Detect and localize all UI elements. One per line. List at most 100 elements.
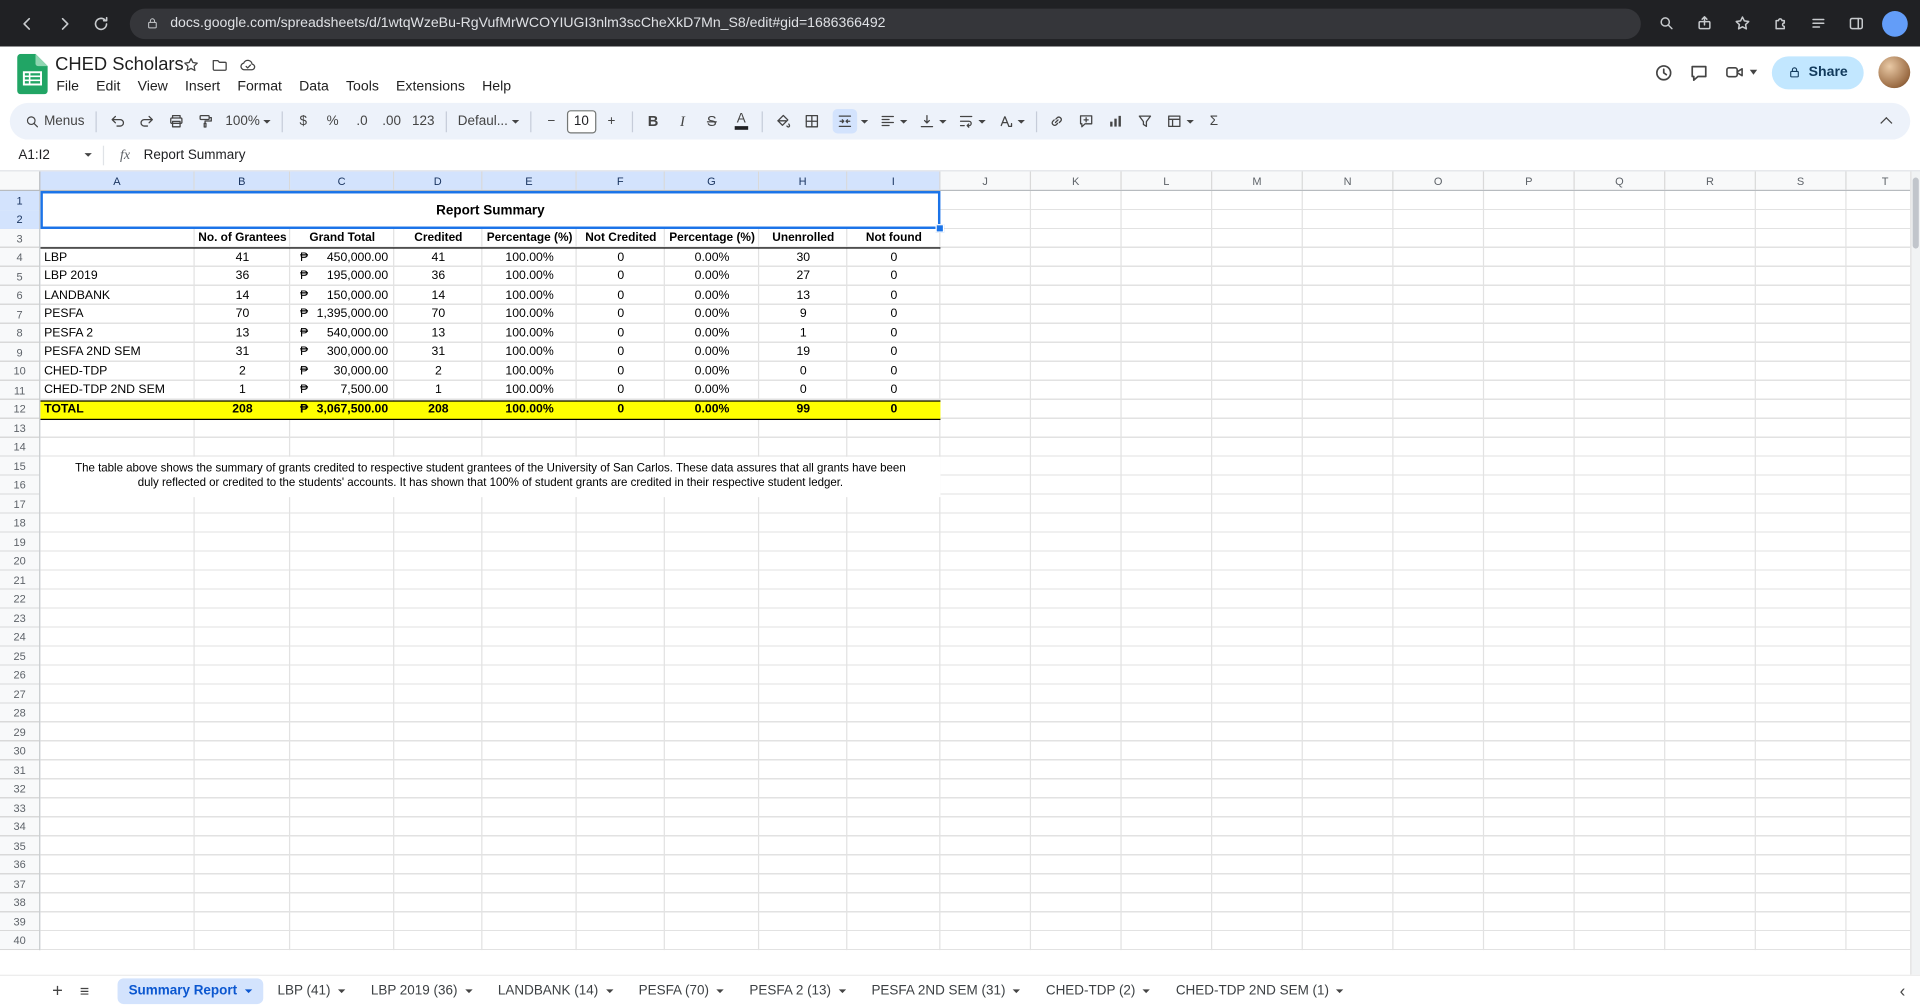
- row-header-5[interactable]: 5: [0, 267, 39, 286]
- row-header-26[interactable]: 26: [0, 666, 39, 685]
- menus-search-button[interactable]: Menus: [20, 107, 90, 136]
- cell-value[interactable]: 0.00%: [665, 324, 759, 343]
- create-filter-button[interactable]: [1131, 107, 1159, 136]
- cell-total-value[interactable]: 0: [847, 400, 940, 419]
- cell-value[interactable]: 100.00%: [482, 381, 576, 400]
- cell-value[interactable]: 9: [759, 305, 847, 324]
- column-header-C[interactable]: C: [290, 171, 395, 190]
- cell-value[interactable]: 0: [847, 248, 940, 267]
- cell-value[interactable]: 0: [847, 381, 940, 400]
- row-header-8[interactable]: 8: [0, 324, 39, 343]
- decrease-font-size-button[interactable]: −: [537, 107, 565, 136]
- document-title[interactable]: CHED Scholars: [55, 54, 184, 75]
- cell-value[interactable]: 36: [394, 267, 482, 286]
- cell-value[interactable]: 14: [394, 286, 482, 305]
- borders-button[interactable]: [798, 107, 826, 136]
- cloud-status-icon[interactable]: [239, 56, 257, 73]
- column-header-B[interactable]: B: [194, 171, 291, 190]
- cell-value[interactable]: 1: [759, 324, 847, 343]
- row-header-18[interactable]: 18: [0, 514, 39, 533]
- cell-value[interactable]: 41: [394, 248, 482, 267]
- redo-button[interactable]: [132, 107, 160, 136]
- format-percent-button[interactable]: %: [319, 107, 347, 136]
- bold-button[interactable]: B: [639, 107, 667, 136]
- column-header-N[interactable]: N: [1303, 171, 1394, 190]
- cell-grand-total[interactable]: ₱ 300,000.00: [290, 343, 394, 362]
- table-header-cell[interactable]: Percentage (%): [665, 229, 759, 248]
- increase-decimal-button[interactable]: .00: [377, 107, 406, 136]
- cell-total-value[interactable]: 99: [759, 400, 847, 419]
- column-header-S[interactable]: S: [1756, 171, 1847, 190]
- insert-link-button[interactable]: [1043, 107, 1071, 136]
- cell-value[interactable]: 31: [394, 343, 482, 362]
- column-header-D[interactable]: D: [394, 171, 483, 190]
- row-header-1[interactable]: 1: [0, 191, 40, 211]
- cell-value[interactable]: 0: [577, 286, 665, 305]
- cell-grand-total[interactable]: ₱ 7,500.00: [290, 381, 394, 400]
- cell-value[interactable]: 0: [847, 324, 940, 343]
- row-header-21[interactable]: 21: [0, 571, 39, 590]
- cell-value[interactable]: 0.00%: [665, 343, 759, 362]
- table-header-cell[interactable]: Unenrolled: [759, 229, 847, 248]
- sheet-tab-pesfa-2-13[interactable]: PESFA 2 (13): [738, 978, 856, 1004]
- hide-toolbar-button[interactable]: [1872, 107, 1900, 136]
- row-header-4[interactable]: 4: [0, 248, 39, 267]
- comment-history-icon[interactable]: [1689, 62, 1710, 83]
- row-header-9[interactable]: 9: [0, 343, 39, 362]
- menu-kebab-icon[interactable]: [1916, 7, 1920, 39]
- text-wrap-button[interactable]: [952, 107, 990, 136]
- forward-icon[interactable]: [47, 6, 81, 40]
- font-family-select[interactable]: Defaul...: [453, 107, 524, 136]
- row-header-14[interactable]: 14: [0, 438, 39, 457]
- fill-handle[interactable]: [935, 224, 945, 233]
- column-header-F[interactable]: F: [576, 171, 665, 190]
- meet-camera-icon[interactable]: [1724, 62, 1758, 82]
- column-header-Q[interactable]: Q: [1575, 171, 1666, 190]
- cell-value[interactable]: 70: [394, 305, 482, 324]
- column-header-R[interactable]: R: [1665, 171, 1756, 190]
- column-header-I[interactable]: I: [847, 171, 941, 190]
- table-header-cell[interactable]: Percentage (%): [482, 229, 576, 248]
- row-header-13[interactable]: 13: [0, 419, 39, 438]
- row-header-25[interactable]: 25: [0, 647, 39, 666]
- column-header-A[interactable]: A: [40, 171, 195, 190]
- table-header-cell[interactable]: Not Credited: [577, 229, 665, 248]
- table-header-cell[interactable]: Not found: [847, 229, 940, 248]
- side-panel-icon[interactable]: [1840, 7, 1872, 39]
- scroll-tabs-icon[interactable]: ‹: [1900, 981, 1906, 1001]
- cell-value[interactable]: 0.00%: [665, 267, 759, 286]
- cell-value[interactable]: 100.00%: [482, 248, 576, 267]
- cell-value[interactable]: 2: [394, 362, 482, 381]
- column-header-O[interactable]: O: [1393, 171, 1485, 190]
- table-header-cell[interactable]: No. of Grantees: [195, 229, 291, 248]
- row-header-31[interactable]: 31: [0, 760, 39, 779]
- version-history-icon[interactable]: [1653, 62, 1674, 83]
- decrease-decimal-button[interactable]: .0: [348, 107, 376, 136]
- increase-font-size-button[interactable]: +: [597, 107, 625, 136]
- row-header-30[interactable]: 30: [0, 741, 39, 760]
- star-icon[interactable]: [182, 56, 199, 73]
- cell-value[interactable]: 0: [759, 381, 847, 400]
- cell-value[interactable]: 0: [847, 362, 940, 381]
- column-header-P[interactable]: P: [1484, 171, 1575, 190]
- cell-value[interactable]: 0: [847, 267, 940, 286]
- search-icon[interactable]: [1651, 7, 1683, 39]
- sheet-tab-ched-tdp-2nd-sem-1[interactable]: CHED-TDP 2ND SEM (1): [1165, 978, 1355, 1004]
- cell-program-name[interactable]: LANDBANK: [40, 286, 194, 305]
- cell-program-name[interactable]: PESFA: [40, 305, 194, 324]
- cell-grantees[interactable]: 41: [195, 248, 291, 267]
- cell-value[interactable]: 0.00%: [665, 381, 759, 400]
- cell-grantees[interactable]: 13: [195, 324, 291, 343]
- menu-edit[interactable]: Edit: [88, 76, 129, 98]
- add-sheet-button[interactable]: +: [44, 977, 71, 1004]
- font-size-input[interactable]: 10: [566, 109, 597, 133]
- cell-value[interactable]: 0.00%: [665, 305, 759, 324]
- row-header-16[interactable]: 16: [0, 476, 39, 495]
- column-header-G[interactable]: G: [664, 171, 760, 190]
- note-cell[interactable]: The table above shows the summary of gra…: [40, 456, 941, 498]
- cell-value[interactable]: 0: [577, 248, 665, 267]
- select-all-corner[interactable]: [0, 171, 41, 192]
- account-avatar[interactable]: [1878, 56, 1911, 89]
- menu-data[interactable]: Data: [291, 76, 338, 98]
- cell-value[interactable]: 0: [847, 286, 940, 305]
